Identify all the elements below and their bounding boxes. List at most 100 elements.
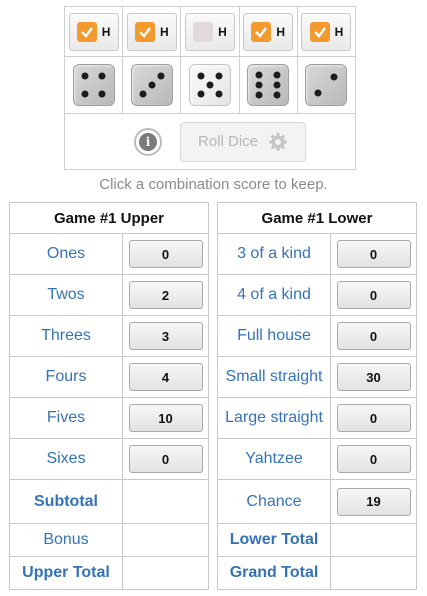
score-cell: 30 bbox=[330, 356, 417, 398]
die-4[interactable] bbox=[247, 64, 290, 106]
hold-toggle-die-3[interactable]: H bbox=[185, 12, 235, 51]
subtotal-label: Subtotal bbox=[34, 492, 98, 510]
score-row: 3 of a kind 0 bbox=[217, 233, 417, 275]
category-name: Large straight bbox=[217, 397, 331, 439]
checkbox-icon bbox=[134, 21, 155, 42]
score-button-threes[interactable]: 3 bbox=[128, 322, 203, 350]
die-pip bbox=[273, 81, 281, 89]
lower-total-value bbox=[330, 523, 417, 557]
hold-toggle-die-1[interactable]: H bbox=[68, 12, 119, 51]
die-5[interactable] bbox=[305, 64, 348, 106]
score-row: Sixes 0 bbox=[9, 438, 209, 480]
lower-score-table: Game #1 Lower 3 of a kind 0 4 of a kind … bbox=[217, 202, 417, 590]
roll-dice-button[interactable]: Roll Dice bbox=[180, 121, 306, 162]
upper-title: Game #1 Upper bbox=[9, 202, 209, 234]
subtotal-value bbox=[122, 479, 209, 524]
hold-label: H bbox=[101, 24, 111, 39]
grand-total-cell: Grand Total bbox=[217, 556, 331, 590]
hold-cell: H bbox=[181, 7, 240, 56]
score-button-full-house[interactable]: 0 bbox=[336, 322, 411, 350]
score-row: Full house 0 bbox=[217, 315, 417, 357]
hold-toggle-die-4[interactable]: H bbox=[243, 12, 294, 51]
die-pip bbox=[98, 72, 106, 80]
die-3[interactable] bbox=[189, 64, 231, 106]
score-cell: 2 bbox=[122, 274, 209, 316]
score-button-yahtzee[interactable]: 0 bbox=[336, 445, 411, 473]
hold-label: H bbox=[276, 24, 286, 39]
score-cell: 0 bbox=[122, 438, 209, 480]
score-cell: 0 bbox=[330, 438, 417, 480]
score-row: Large straight 0 bbox=[217, 397, 417, 439]
score-cell: 3 bbox=[122, 315, 209, 357]
score-button-large-straight[interactable]: 0 bbox=[336, 404, 411, 432]
score-cell: 0 bbox=[330, 233, 417, 275]
score-button-three-of-a-kind[interactable]: 0 bbox=[336, 240, 411, 268]
score-cell: 0 bbox=[330, 315, 417, 357]
score-button-ones[interactable]: 0 bbox=[128, 240, 203, 268]
info-button[interactable]: i bbox=[134, 127, 162, 156]
score-row: Chance 19 bbox=[217, 479, 417, 524]
grand-total-label: Grand Total bbox=[229, 564, 319, 581]
die-pip bbox=[330, 73, 338, 81]
score-cell: 19 bbox=[330, 479, 417, 524]
bonus-row: Bonus bbox=[9, 523, 209, 557]
bonus-cell: Bonus bbox=[9, 523, 123, 557]
hold-cell: H bbox=[65, 7, 124, 56]
die-pip bbox=[81, 90, 89, 98]
category-name: Full house bbox=[217, 315, 331, 357]
lower-total-row: Lower Total bbox=[217, 523, 417, 557]
hold-cell: H bbox=[298, 7, 355, 56]
lower-title: Game #1 Lower bbox=[217, 202, 417, 234]
roll-dice-label: Roll Dice bbox=[197, 133, 258, 150]
die-pip bbox=[157, 72, 165, 80]
hold-toggle-die-2[interactable]: H bbox=[126, 12, 177, 51]
score-row: Yahtzee 0 bbox=[217, 438, 417, 480]
die-pip bbox=[98, 90, 106, 98]
die-pip bbox=[215, 72, 223, 80]
upper-score-table: Game #1 Upper Ones 0 Twos 2 Threes 3 Fou… bbox=[9, 202, 209, 590]
category-name: Twos bbox=[9, 274, 123, 316]
upper-total-cell: Upper Total bbox=[9, 556, 123, 590]
score-button-twos[interactable]: 2 bbox=[128, 281, 203, 309]
score-cell: 0 bbox=[122, 233, 209, 275]
score-button-chance[interactable]: 19 bbox=[336, 487, 411, 516]
bonus-label: Bonus bbox=[43, 531, 89, 548]
category-name: Sixes bbox=[9, 438, 123, 480]
dice-panel: H H H H H i Roll Dice bbox=[64, 6, 356, 170]
action-row: i Roll Dice bbox=[65, 114, 355, 169]
die-pip bbox=[273, 91, 281, 99]
score-row: Twos 2 bbox=[9, 274, 209, 316]
die-pip bbox=[206, 81, 214, 89]
die-cell bbox=[181, 57, 240, 113]
score-row: Fives 10 bbox=[9, 397, 209, 439]
die-1[interactable] bbox=[72, 64, 115, 106]
score-button-four-of-a-kind[interactable]: 0 bbox=[336, 281, 411, 309]
lower-total-cell: Lower Total bbox=[217, 523, 331, 557]
hold-cell: H bbox=[240, 7, 298, 56]
dice-row bbox=[65, 57, 355, 114]
hold-label: H bbox=[159, 24, 169, 39]
die-pip bbox=[197, 90, 205, 98]
score-button-fours[interactable]: 4 bbox=[128, 363, 203, 391]
die-cell bbox=[65, 57, 124, 113]
category-name: Threes bbox=[9, 315, 123, 357]
score-row: Threes 3 bbox=[9, 315, 209, 357]
category-name: 3 of a kind bbox=[217, 233, 331, 275]
score-button-small-straight[interactable]: 30 bbox=[336, 363, 411, 391]
category-name: Small straight bbox=[217, 356, 331, 398]
upper-total-row: Upper Total bbox=[9, 556, 209, 590]
die-pip bbox=[314, 89, 322, 97]
score-row: Fours 4 bbox=[9, 356, 209, 398]
score-button-sixes[interactable]: 0 bbox=[128, 445, 203, 473]
die-cell bbox=[123, 57, 182, 113]
hold-toggle-die-5[interactable]: H bbox=[301, 12, 352, 51]
die-2[interactable] bbox=[130, 64, 173, 106]
score-cell: 0 bbox=[330, 397, 417, 439]
checkbox-icon bbox=[309, 21, 330, 42]
score-cell: 4 bbox=[122, 356, 209, 398]
upper-total-label: Upper Total bbox=[22, 564, 110, 581]
die-pip bbox=[255, 71, 263, 79]
subtotal-cell: Subtotal bbox=[9, 479, 123, 524]
score-button-fives[interactable]: 10 bbox=[128, 404, 203, 432]
die-pip bbox=[197, 72, 205, 80]
